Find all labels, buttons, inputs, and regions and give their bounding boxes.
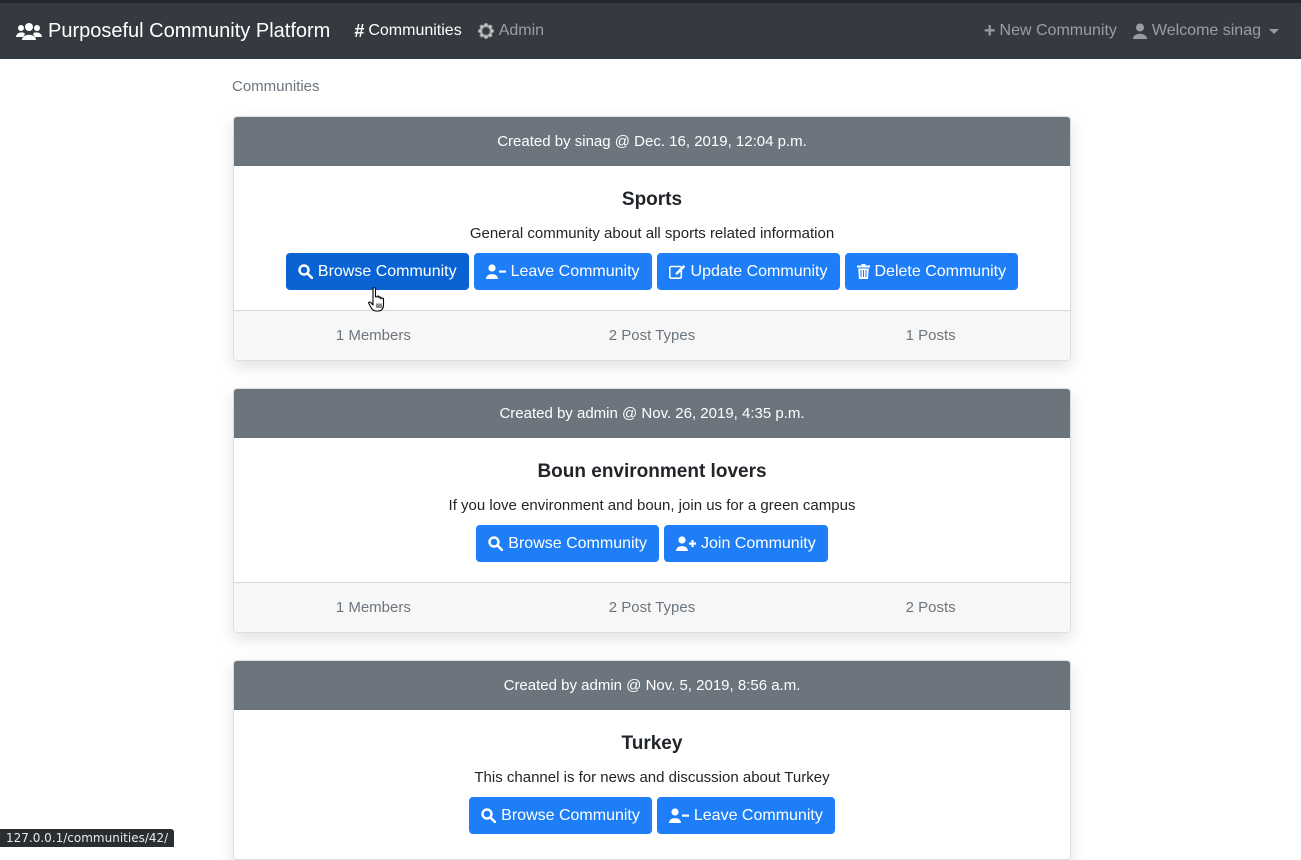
join-community-button[interactable]: Join Community [664, 525, 828, 562]
edit-icon [668, 265, 685, 279]
leave-community-label: Leave Community [693, 806, 823, 824]
brand-title: Purposeful Community Platform [48, 19, 331, 42]
posts-count: 2 Posts [905, 599, 956, 616]
card-footer: 1 Members 2 Post Types 1 Posts [234, 310, 1070, 360]
community-card: Created by sinag @ Dec. 16, 2019, 12:04 … [233, 116, 1071, 361]
card-header: Created by admin @ Nov. 5, 2019, 8:56 a.… [234, 661, 1070, 710]
user-minus-icon [485, 264, 506, 279]
community-description: This channel is for news and discussion … [474, 769, 830, 786]
delete-community-label: Delete Community [874, 262, 1007, 280]
card-header: Created by admin @ Nov. 26, 2019, 4:35 p… [234, 389, 1070, 438]
delete-community-button[interactable]: Delete Community [844, 253, 1019, 290]
card-body: Boun environment lovers If you love envi… [234, 438, 1070, 582]
card-body: Sports General community about all sport… [234, 166, 1070, 310]
user-icon [1132, 23, 1147, 39]
plus-icon: + [983, 19, 996, 42]
users-icon [16, 23, 42, 40]
browse-community-label: Browse Community [508, 534, 647, 552]
community-title: Boun environment lovers [537, 461, 767, 482]
browse-community-button[interactable]: Browse Community [469, 797, 652, 834]
browse-community-button[interactable]: Browse Community [285, 253, 469, 290]
user-menu-dropdown[interactable]: Welcome sinag [1132, 22, 1279, 40]
community-title: Sports [621, 189, 683, 210]
new-community-link[interactable]: + New Community [984, 20, 1117, 43]
search-icon [298, 264, 313, 279]
nav-communities[interactable]: # Communities [354, 21, 461, 42]
post-types-count: 2 Post Types [608, 327, 696, 344]
welcome-label: Welcome sinag [1151, 22, 1261, 39]
browse-community-label: Browse Community [501, 806, 640, 824]
join-community-label: Join Community [701, 534, 816, 552]
nav-communities-label: Communities [368, 22, 462, 39]
top-navbar: Purposeful Community Platform # Communit… [0, 0, 1301, 59]
update-community-button[interactable]: Update Community [656, 253, 840, 290]
cog-icon [477, 23, 494, 39]
status-bar-url: 127.0.0.1/communities/42/ [0, 829, 175, 847]
card-body: Turkey This channel is for news and disc… [234, 710, 1070, 854]
nav-admin-label: Admin [498, 22, 545, 39]
community-title: Turkey [621, 733, 683, 754]
browse-community-label: Browse Community [317, 262, 457, 280]
brand-link[interactable]: Purposeful Community Platform [16, 20, 330, 43]
card-footer: 1 Members 2 Post Types 2 Posts [234, 582, 1070, 632]
new-community-label: New Community [999, 22, 1117, 39]
user-minus-icon [668, 808, 689, 823]
hand-pointer-cursor-icon [368, 287, 385, 312]
leave-community-button[interactable]: Leave Community [656, 797, 835, 834]
browse-community-button[interactable]: Browse Community [476, 525, 659, 562]
leave-community-label: Leave Community [510, 262, 640, 280]
members-count: 1 Members [335, 599, 411, 616]
caret-down-icon [1269, 28, 1279, 34]
community-description: General community about all sports relat… [469, 225, 835, 242]
update-community-label: Update Community [690, 262, 828, 280]
hashtag-icon: # [354, 20, 365, 41]
community-card: Created by admin @ Nov. 26, 2019, 4:35 p… [233, 388, 1071, 633]
nav-admin[interactable]: Admin [477, 22, 545, 40]
community-card: Created by admin @ Nov. 5, 2019, 8:56 a.… [233, 660, 1071, 860]
search-icon [481, 808, 497, 823]
posts-count: 1 Posts [905, 327, 956, 344]
trash-icon [856, 264, 870, 279]
leave-community-button[interactable]: Leave Community [473, 253, 652, 290]
community-description: If you love environment and boun, join u… [448, 497, 856, 514]
user-plus-icon [676, 536, 696, 551]
card-header: Created by sinag @ Dec. 16, 2019, 12:04 … [234, 117, 1070, 166]
search-icon [488, 536, 504, 551]
members-count: 1 Members [335, 327, 411, 344]
breadcrumb: Communities [232, 78, 320, 95]
post-types-count: 2 Post Types [608, 599, 696, 616]
